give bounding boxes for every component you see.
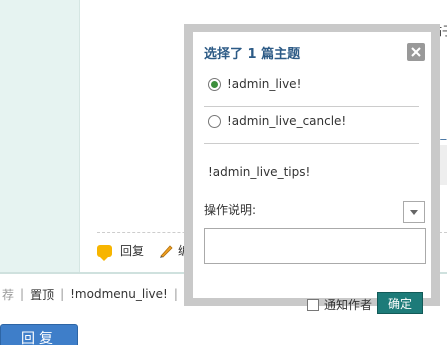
radio-admin-live[interactable] <box>208 77 221 91</box>
tips-text: !admin_live_tips! <box>208 165 311 179</box>
option-admin-live-cancel[interactable]: !admin_live_cancle! <box>208 114 346 128</box>
moderation-dialog: 选择了 1 篇主题 !admin_live! !admin_live_cancl… <box>193 32 431 314</box>
divider <box>204 143 419 144</box>
close-icon <box>411 47 421 57</box>
page-sidebar <box>0 0 80 272</box>
option-label: !admin_live_cancle! <box>227 114 347 128</box>
confirm-button[interactable]: 确定 <box>377 292 423 314</box>
radio-admin-live-cancel[interactable] <box>208 114 221 128</box>
reply-action-label: 回复 <box>120 244 145 258</box>
dialog-frame: 选择了 1 篇主题 !admin_live! !admin_live_cancl… <box>184 24 440 314</box>
modbar-item-live[interactable]: !modmenu_live! <box>70 287 168 301</box>
dialog-title: 选择了 1 篇主题 <box>204 47 301 62</box>
divider <box>204 106 419 107</box>
notify-label: 通知作者 <box>324 298 373 312</box>
pencil-icon <box>160 244 173 258</box>
notify-author[interactable]: 通知作者 <box>307 296 372 313</box>
reason-textarea[interactable] <box>204 228 426 264</box>
reason-dropdown[interactable] <box>403 201 425 223</box>
close-button[interactable] <box>407 43 425 61</box>
modbar-separator: | <box>20 287 25 301</box>
background-scroll-fragment <box>440 145 447 185</box>
modbar-item-sticky[interactable]: 置顶 <box>30 286 54 303</box>
modbar-separator: | <box>60 287 65 301</box>
reason-label: 操作说明: <box>204 203 257 217</box>
notify-checkbox[interactable] <box>307 298 319 311</box>
option-admin-live[interactable]: !admin_live! <box>208 77 301 91</box>
modbar-item-recommend[interactable]: 荐 <box>2 286 14 303</box>
option-label: !admin_live! <box>227 77 302 91</box>
reply-action[interactable]: 回复 <box>97 242 145 261</box>
speech-bubble-icon <box>97 244 112 261</box>
modbar-separator: | <box>173 287 178 301</box>
reply-button[interactable]: 回复 <box>0 324 78 345</box>
